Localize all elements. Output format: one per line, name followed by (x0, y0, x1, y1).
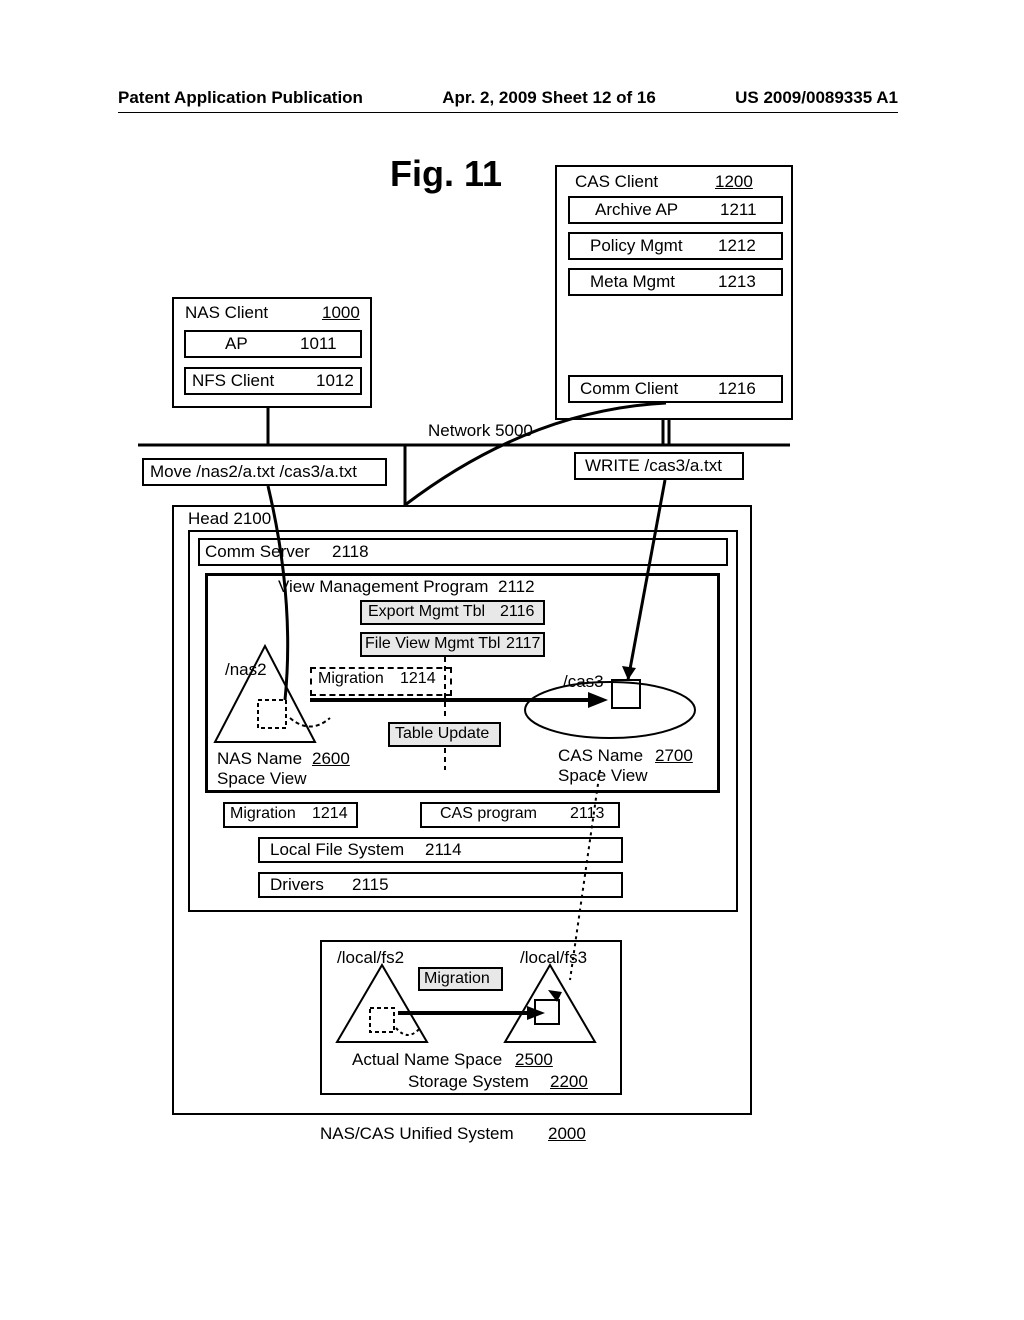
cas-space-label: CAS Name (558, 746, 643, 766)
figure-title: Fig. 11 (390, 153, 502, 195)
unified-id: 2000 (548, 1124, 586, 1144)
nas-space2-label: Space View (217, 769, 306, 789)
meta-mgmt-id: 1213 (718, 272, 756, 292)
cas3-label: /cas3 (563, 672, 604, 692)
nas-client-label: NAS Client (185, 303, 268, 323)
migration-label: Migration (318, 670, 384, 688)
nas-space-label: NAS Name (217, 749, 302, 769)
actual-label: Actual Name Space (352, 1050, 502, 1070)
migration2-id: 1214 (312, 805, 348, 823)
view-mgmt-label: View Management Program (278, 577, 488, 597)
cas-prog-label: CAS program (440, 805, 537, 823)
comm-server-label: Comm Server (205, 542, 310, 562)
nas2-label: /nas2 (225, 660, 267, 680)
local-fs-id: 2114 (425, 840, 462, 860)
export-tbl-id: 2116 (500, 603, 534, 621)
migration2-label: Migration (230, 805, 296, 823)
drivers-label: Drivers (270, 875, 324, 895)
comm-server-id: 2118 (332, 542, 369, 562)
comm-client-label: Comm Client (580, 379, 678, 399)
cas-client-label: CAS Client (575, 172, 658, 192)
archive-ap-label: Archive AP (595, 200, 678, 220)
file-view-tbl-id: 2117 (506, 635, 540, 653)
policy-mgmt-label: Policy Mgmt (590, 236, 683, 256)
nfs-client-id: 1012 (316, 371, 354, 391)
network-label: Network 5000 (428, 421, 533, 441)
policy-mgmt-id: 1212 (718, 236, 756, 256)
local-fs-label: Local File System (270, 840, 404, 860)
meta-mgmt-label: Meta Mgmt (590, 272, 675, 292)
move-cmd-label: Move /nas2/a.txt /cas3/a.txt (150, 462, 357, 482)
cas-space2-label: Space View (558, 766, 647, 786)
storage-system-id: 2200 (550, 1072, 588, 1092)
header-rule (118, 112, 898, 113)
storage-system-label: Storage System (408, 1072, 529, 1092)
nfs-client-label: NFS Client (192, 371, 274, 391)
nas-space-id: 2600 (312, 749, 350, 769)
header-left: Patent Application Publication (118, 88, 363, 108)
ap-id: 1011 (300, 334, 337, 354)
write-cmd-label: WRITE /cas3/a.txt (585, 456, 722, 476)
header-right: US 2009/0089335 A1 (735, 88, 898, 108)
fs2-label: /local/fs2 (337, 948, 404, 968)
cas-space-id: 2700 (655, 746, 693, 766)
migration-id: 1214 (400, 670, 436, 688)
table-update-label: Table Update (395, 725, 489, 743)
header-mid: Apr. 2, 2009 Sheet 12 of 16 (442, 88, 656, 108)
comm-client-id: 1216 (718, 379, 756, 399)
page: { "header": { "left": "Patent Applicatio… (0, 0, 1024, 1320)
head-label: Head 2100 (188, 509, 271, 529)
drivers-id: 2115 (352, 875, 389, 895)
archive-ap-id: 1211 (720, 200, 757, 220)
ap-label: AP (225, 334, 248, 354)
file-view-tbl-label: File View Mgmt Tbl (365, 635, 500, 653)
cas-prog-id: 2113 (570, 805, 604, 823)
view-mgmt-id: 2112 (498, 577, 535, 597)
storage-migration-label: Migration (424, 970, 490, 988)
unified-label: NAS/CAS Unified System (320, 1124, 514, 1144)
fs3-label: /local/fs3 (520, 948, 587, 968)
cas-client-id: 1200 (715, 172, 753, 192)
nas-client-id: 1000 (322, 303, 360, 323)
export-tbl-label: Export Mgmt Tbl (368, 603, 485, 621)
page-header: Patent Application Publication Apr. 2, 2… (118, 88, 898, 108)
actual-id: 2500 (515, 1050, 553, 1070)
